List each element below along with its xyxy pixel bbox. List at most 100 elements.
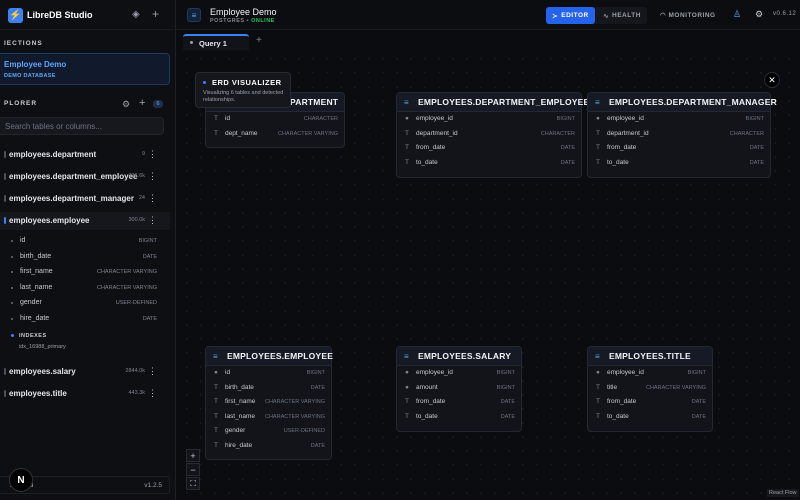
fit-view-button[interactable]: ⛶: [186, 477, 200, 490]
connection-subtitle: DEMO DATABASE: [4, 73, 56, 79]
column-type: USER-DEFINED: [115, 300, 157, 306]
node-column: Tto_date DATE: [397, 410, 521, 425]
connection-card[interactable]: Employee Demo DEMO DATABASE: [0, 53, 170, 85]
column-name: birth_date: [225, 383, 254, 391]
erd-node-salary[interactable]: ≡ EMPLOYEES.SALARY ● employee_id BIGINT ● am…: [396, 346, 522, 432]
table-item[interactable]: employees.department_manager 24 ⋮: [0, 190, 170, 208]
health-label: HEALTH: [612, 12, 641, 19]
column-type: DATE: [749, 159, 764, 166]
editor-button[interactable]: ≻ EDITOR: [546, 7, 595, 24]
add-tab-button[interactable]: +: [256, 35, 262, 46]
user-icon[interactable]: ♙: [733, 9, 741, 20]
column-item[interactable]: hire_date DATE: [0, 312, 170, 326]
erd-node-department-manager[interactable]: ≡ EMPLOYEES.DEPARTMENT_MANAGER ● employee_…: [587, 92, 777, 178]
column-name: dept_name: [225, 129, 258, 137]
more-icon[interactable]: ⋮: [148, 366, 157, 377]
node-column: ● employee_id BIGINT: [588, 112, 770, 127]
column-name: first_name: [225, 398, 256, 405]
node-column: Tbirth_date DATE: [206, 381, 331, 396]
table-marker: [4, 173, 6, 180]
monitoring-button[interactable]: ◠ MONITORING: [660, 11, 716, 19]
column-type: USER-DEFINED: [283, 428, 325, 434]
erd-node-employee[interactable]: ≡ EMPLOYEES.EMPLOYEE ● id BIGINT Tbirth_dat…: [205, 346, 333, 460]
activity-icon: ∿: [603, 12, 610, 20]
column-name: employee_id: [416, 115, 453, 122]
column-type: CHARACTER VARYING: [96, 269, 157, 275]
n-badge-icon[interactable]: N: [9, 468, 33, 492]
column-name: id: [225, 369, 231, 376]
column-type: CHARACTER: [729, 130, 764, 137]
layers-icon[interactable]: ◈: [132, 9, 140, 20]
table-item[interactable]: employees.salary 2844.0k ⋮: [0, 363, 170, 381]
tab-query-1[interactable]: Query 1: [183, 34, 249, 50]
table-name: employees.department_employee: [9, 172, 138, 181]
column-item[interactable]: gender USER-DEFINED: [0, 296, 170, 310]
node-header: ≡ EMPLOYEES.DEPARTMENT_MANAGER: [588, 93, 777, 112]
table-item[interactable]: employees.department 9 ⋮: [0, 146, 170, 164]
text-type-icon: T: [214, 441, 218, 449]
search-input[interactable]: [0, 118, 163, 134]
column-name: hire_date: [20, 314, 50, 322]
settings-icon[interactable]: ⚙: [122, 99, 130, 110]
view-toggle: ≻ EDITOR ∿ HEALTH: [546, 7, 647, 24]
table-item[interactable]: employees.title 443.3k ⋮: [0, 385, 170, 403]
zoom-out-button[interactable]: −: [186, 463, 200, 476]
tab-dot: [190, 41, 193, 44]
table-item-active[interactable]: employees.employee 300.0k ⋮: [0, 212, 170, 230]
table-marker: [4, 217, 6, 224]
node-column: Tid CHARACTER: [206, 112, 344, 127]
more-icon[interactable]: ⋮: [148, 149, 157, 160]
top-bar: ≡ Employee Demo POSTGRES • ONLINE ≻ EDIT…: [176, 0, 800, 30]
app-title: LibreDB Studio: [27, 10, 93, 20]
table-marker: [4, 390, 6, 397]
table-name: employees.title: [9, 389, 67, 398]
more-icon[interactable]: ⋮: [148, 171, 157, 182]
text-type-icon: T: [214, 412, 218, 420]
database-icon: ≡: [404, 98, 409, 107]
key-icon: ●: [405, 369, 409, 376]
add-table-button[interactable]: +: [139, 97, 145, 109]
node-column: ● amount BIGINT: [397, 381, 521, 396]
more-icon[interactable]: ⋮: [148, 193, 157, 204]
node-column: Tdepartment_id CHARACTER: [588, 127, 770, 142]
more-icon[interactable]: ⋮: [148, 388, 157, 399]
indexes-label: INDEXES: [19, 333, 47, 339]
column-item[interactable]: last_name CHARACTER VARYING: [0, 281, 170, 295]
erd-node-department-employee[interactable]: ≡ EMPLOYEES.DEPARTMENT_EMPLOYEE ● employee…: [396, 92, 589, 178]
node-column: Tto_date DATE: [588, 410, 712, 425]
column-item[interactable]: first_name CHARACTER VARYING: [0, 265, 170, 279]
react-flow-attribution[interactable]: React Flow: [767, 489, 799, 497]
key-icon: ●: [405, 115, 409, 122]
add-connection-button[interactable]: +: [152, 7, 159, 21]
text-type-icon: T: [405, 412, 409, 420]
text-type-icon: T: [214, 115, 218, 122]
column-name: department_id: [416, 129, 458, 137]
column-type: CHARACTER VARYING: [96, 284, 157, 291]
health-button[interactable]: ∿ HEALTH: [598, 7, 646, 24]
settings-gear-icon[interactable]: ⚙: [755, 9, 763, 20]
text-type-icon: T: [596, 158, 600, 166]
column-type: DATE: [310, 384, 325, 391]
column-type: BIGINT: [687, 370, 706, 376]
node-title: EMPLOYEES.TITLE: [609, 351, 691, 361]
node-header: ≡ EMPLOYEES.SALARY: [397, 347, 521, 366]
erd-node-title[interactable]: ≡ EMPLOYEES.TITLE ● employee_id BIGINT Ttit…: [587, 346, 713, 432]
row-count: 9: [141, 151, 145, 157]
index-name: idx_16988_primary: [19, 344, 66, 350]
node-header: ≡ EMPLOYEES.EMPLOYEE: [206, 347, 333, 366]
monitoring-label: MONITORING: [668, 12, 716, 19]
column-item[interactable]: id BIGINT: [0, 234, 170, 248]
table-item[interactable]: employees.department_employee 331.6k ⋮: [0, 168, 170, 186]
key-icon: ●: [596, 115, 600, 122]
zoom-in-button[interactable]: +: [186, 449, 200, 462]
column-type: DATE: [560, 145, 575, 151]
search-box[interactable]: [0, 117, 164, 135]
column-name: id: [225, 115, 231, 122]
text-type-icon: T: [405, 158, 409, 166]
column-type: DATE: [691, 413, 706, 420]
more-icon[interactable]: ⋮: [148, 215, 157, 226]
column-item[interactable]: birth_date DATE: [0, 250, 170, 264]
connection-name: Employee Demo: [4, 60, 67, 69]
close-icon[interactable]: ✕: [764, 72, 780, 88]
node-column: Tto_date DATE: [588, 156, 770, 171]
